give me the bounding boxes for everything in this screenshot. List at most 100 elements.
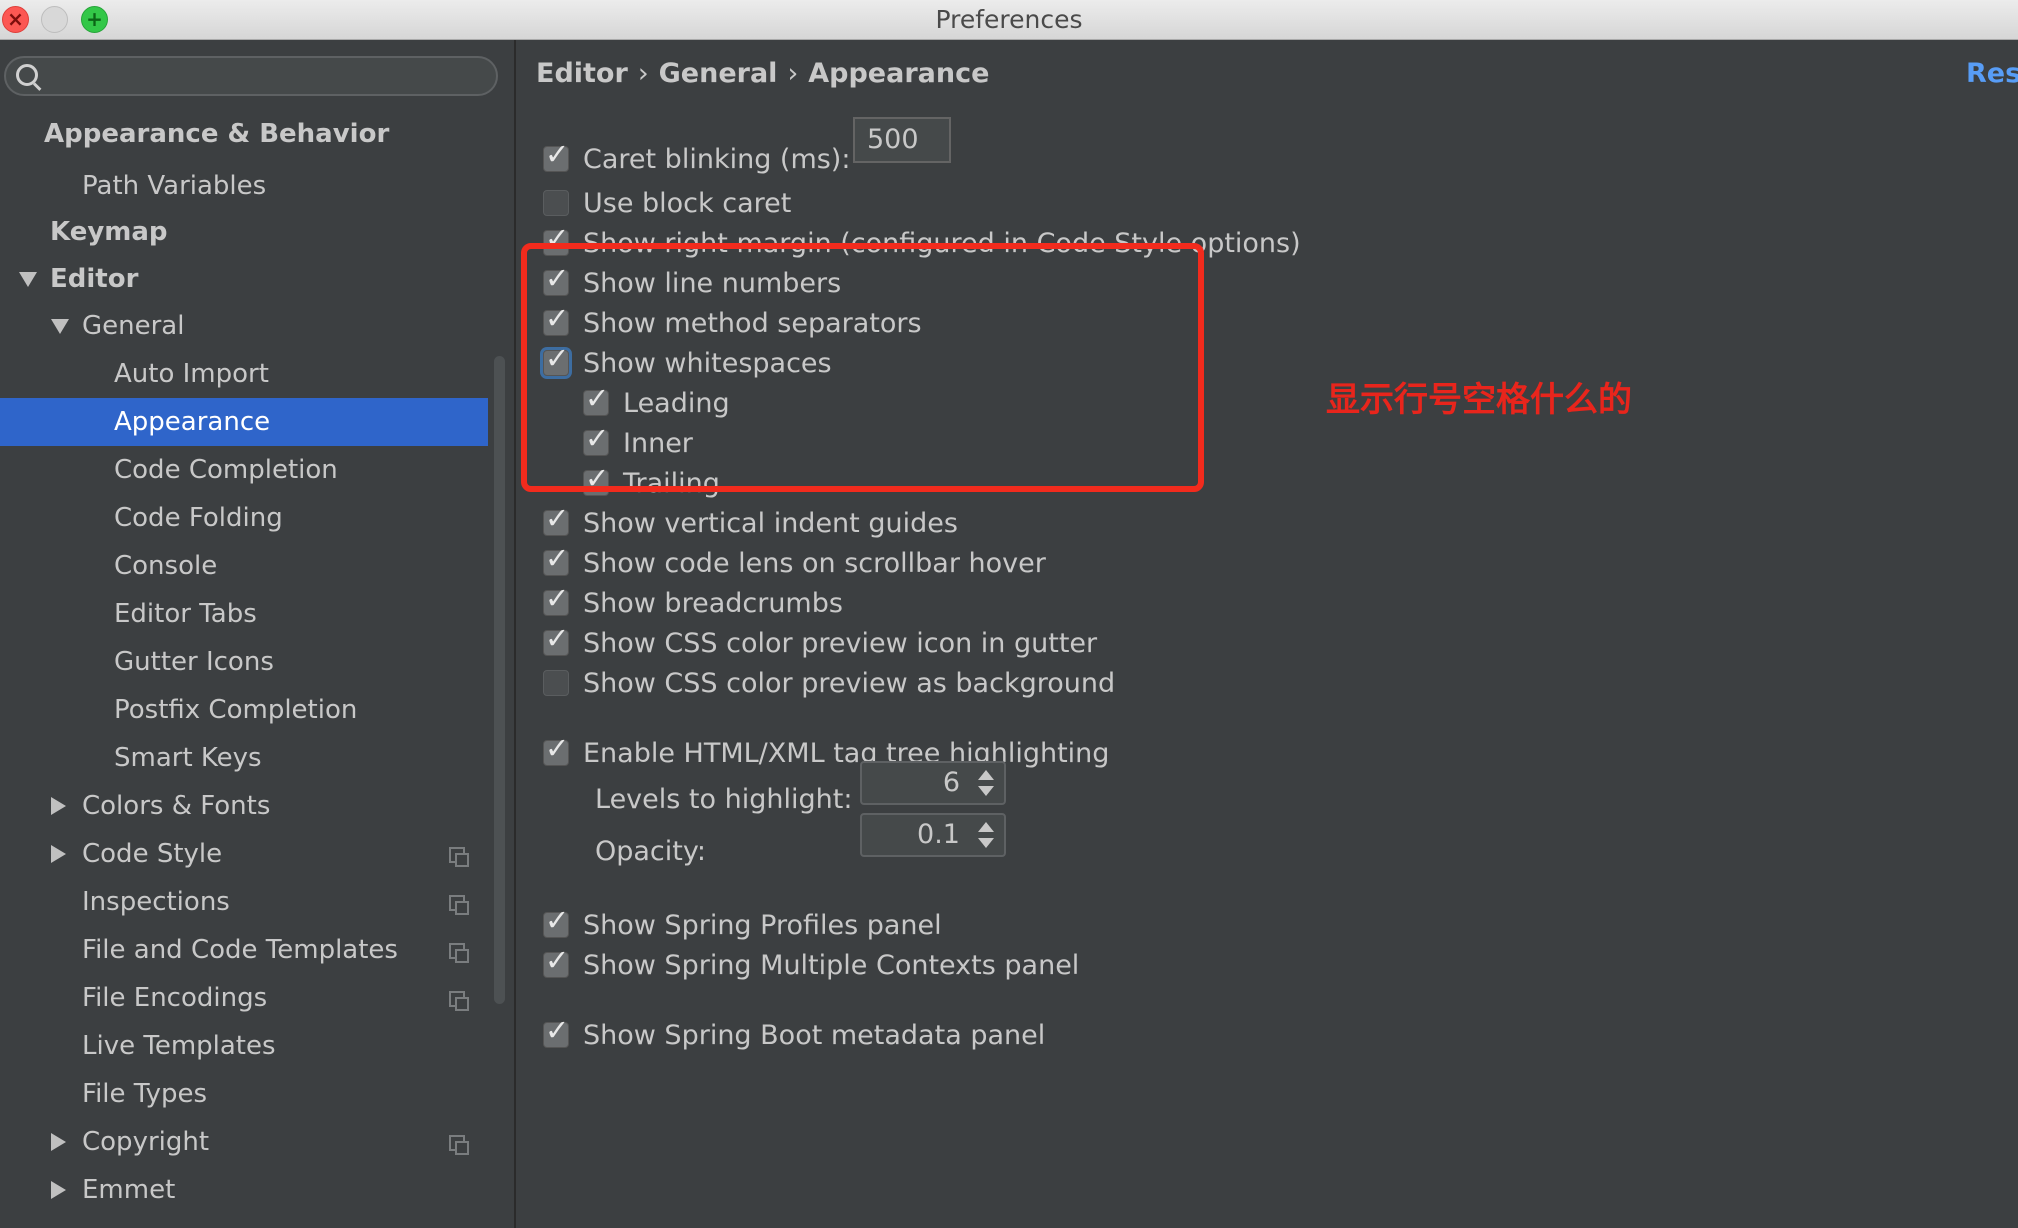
spring-boot-checkbox[interactable]: ✓ (543, 1013, 569, 1048)
leading-label: Leading (623, 388, 730, 419)
chevron-right-icon[interactable] (51, 845, 66, 863)
leading-checkbox[interactable]: ✓ (583, 381, 609, 416)
chevron-right-icon[interactable] (51, 797, 66, 815)
sidebar-item[interactable]: Console (0, 542, 488, 590)
checkmark-icon: ✓ (545, 731, 570, 765)
sidebar-item[interactable]: Auto Import (0, 350, 488, 398)
block-caret-checkbox[interactable] (543, 190, 569, 216)
css-preview-icon-checkbox[interactable]: ✓ (543, 621, 569, 656)
sidebar-item[interactable]: Path Variables (0, 162, 488, 210)
checkmark-icon: ✓ (545, 341, 570, 375)
settings-panel: Editor › General › Appearance Res ✓ Caret bl… (516, 40, 2018, 1228)
search-icon (16, 64, 38, 86)
caret-blinking-label: Caret blinking (ms): (583, 144, 851, 175)
sidebar-item-label: Path Variables (82, 171, 267, 201)
sidebar-item[interactable]: File Encodings (0, 974, 488, 1022)
sidebar-item[interactable]: Live Templates (0, 1022, 488, 1070)
checkmark-icon: ✓ (545, 541, 570, 575)
inner-label: Inner (623, 428, 693, 459)
breadcrumb: Editor › General › Appearance (536, 58, 989, 89)
right-margin-checkbox[interactable]: ✓ (543, 221, 569, 256)
breadcrumb-editor: Editor (536, 58, 628, 89)
reset-link[interactable]: Res (1966, 58, 2018, 89)
project-scope-icon (449, 847, 469, 867)
checkmark-icon: ✓ (545, 581, 570, 615)
sidebar-item[interactable]: Appearance (0, 398, 488, 446)
caret-blinking-input[interactable]: 500 (853, 117, 951, 163)
caret-blinking-checkbox[interactable]: ✓ (543, 137, 569, 172)
trailing-checkbox[interactable]: ✓ (583, 461, 609, 496)
sidebar-item[interactable]: File and Code Templates (0, 926, 488, 974)
levels-spinner[interactable]: 6 (860, 761, 1006, 805)
checkmark-icon: ✓ (545, 943, 570, 977)
breadcrumb-appearance: Appearance (808, 58, 990, 89)
sidebar-item[interactable]: Emmet (0, 1166, 488, 1214)
whitespaces-checkbox[interactable]: ✓ (543, 341, 569, 376)
spinner-up-icon[interactable] (978, 770, 994, 780)
spring-contexts-checkbox[interactable]: ✓ (543, 943, 569, 978)
checkmark-icon: ✓ (585, 421, 610, 455)
code-lens-checkbox[interactable]: ✓ (543, 541, 569, 576)
spinner-down-icon[interactable] (978, 786, 994, 796)
annotation-text: 显示行号空格什么的 (1326, 380, 1632, 420)
css-preview-background-label: Show CSS color preview as background (583, 668, 1116, 699)
sidebar-item-label: Smart Keys (114, 743, 262, 773)
css-preview-background-checkbox[interactable] (543, 670, 569, 696)
window-title: Preferences (935, 5, 1083, 34)
sidebar-item-label: Code Style (82, 839, 223, 869)
sidebar-item[interactable]: Gutter Icons (0, 638, 488, 686)
sidebar-item-label: File Encodings (82, 983, 268, 1013)
sidebar-item[interactable]: File Types (0, 1070, 488, 1118)
opacity-spinner[interactable]: 0.1 (860, 813, 1006, 857)
sidebar-scrollbar[interactable] (494, 356, 505, 1004)
indent-guides-checkbox[interactable]: ✓ (543, 501, 569, 536)
sidebar-item[interactable]: Editor (0, 255, 488, 303)
sidebar-item[interactable]: Code Style (0, 830, 488, 878)
spring-profiles-checkbox[interactable]: ✓ (543, 903, 569, 938)
sidebar-item[interactable]: Colors & Fonts (0, 782, 488, 830)
sidebar-item[interactable]: Editor Tabs (0, 590, 488, 638)
sidebar-item[interactable]: Copyright (0, 1118, 488, 1166)
chevron-right-icon[interactable] (51, 1181, 66, 1199)
sidebar-item-label: File and Code Templates (82, 935, 398, 965)
sidebar-item[interactable]: Postfix Completion (0, 686, 488, 734)
project-scope-icon (449, 943, 469, 963)
breadcrumb-separator: › (637, 58, 649, 89)
sidebar-item[interactable]: Code Folding (0, 494, 488, 542)
sidebar-item-label: File Types (82, 1079, 208, 1109)
breadcrumbs-label: Show breadcrumbs (583, 588, 843, 619)
indent-guides-label: Show vertical indent guides (583, 508, 958, 539)
breadcrumb-general: General (658, 58, 778, 89)
checkmark-icon: ✓ (545, 301, 570, 335)
sidebar-item-label: Console (114, 551, 218, 581)
checkmark-icon: ✓ (545, 1013, 570, 1047)
spinner-down-icon[interactable] (978, 838, 994, 848)
sidebar-item[interactable]: General (0, 302, 488, 350)
project-scope-icon (449, 1135, 469, 1155)
sidebar-item-label: Gutter Icons (114, 647, 274, 677)
checkmark-icon: ✓ (545, 903, 570, 937)
sidebar-item[interactable]: Smart Keys (0, 734, 488, 782)
line-numbers-checkbox[interactable]: ✓ (543, 261, 569, 296)
chevron-right-icon[interactable] (51, 1133, 66, 1151)
opacity-label: Opacity: (595, 836, 706, 867)
search-input[interactable] (46, 60, 490, 94)
method-separators-checkbox[interactable]: ✓ (543, 301, 569, 336)
project-scope-icon (449, 991, 469, 1011)
checkmark-icon: ✓ (545, 137, 570, 171)
search-box[interactable] (4, 56, 498, 96)
breadcrumbs-checkbox[interactable]: ✓ (543, 581, 569, 616)
inner-checkbox[interactable]: ✓ (583, 421, 609, 456)
sidebar-item[interactable]: Keymap (0, 208, 488, 256)
method-separators-label: Show method separators (583, 308, 922, 339)
block-caret-label: Use block caret (583, 188, 792, 219)
chevron-down-icon[interactable] (51, 319, 69, 334)
sidebar-item-label: Inspections (82, 887, 230, 917)
sidebar-item-label: Editor Tabs (114, 599, 257, 629)
sidebar-item[interactable]: Inspections (0, 878, 488, 926)
sidebar-item[interactable]: Appearance & Behavior (0, 110, 488, 158)
sidebar-item[interactable]: Code Completion (0, 446, 488, 494)
spinner-up-icon[interactable] (978, 822, 994, 832)
chevron-down-icon[interactable] (19, 272, 37, 287)
tag-tree-highlighting-checkbox[interactable]: ✓ (543, 731, 569, 766)
